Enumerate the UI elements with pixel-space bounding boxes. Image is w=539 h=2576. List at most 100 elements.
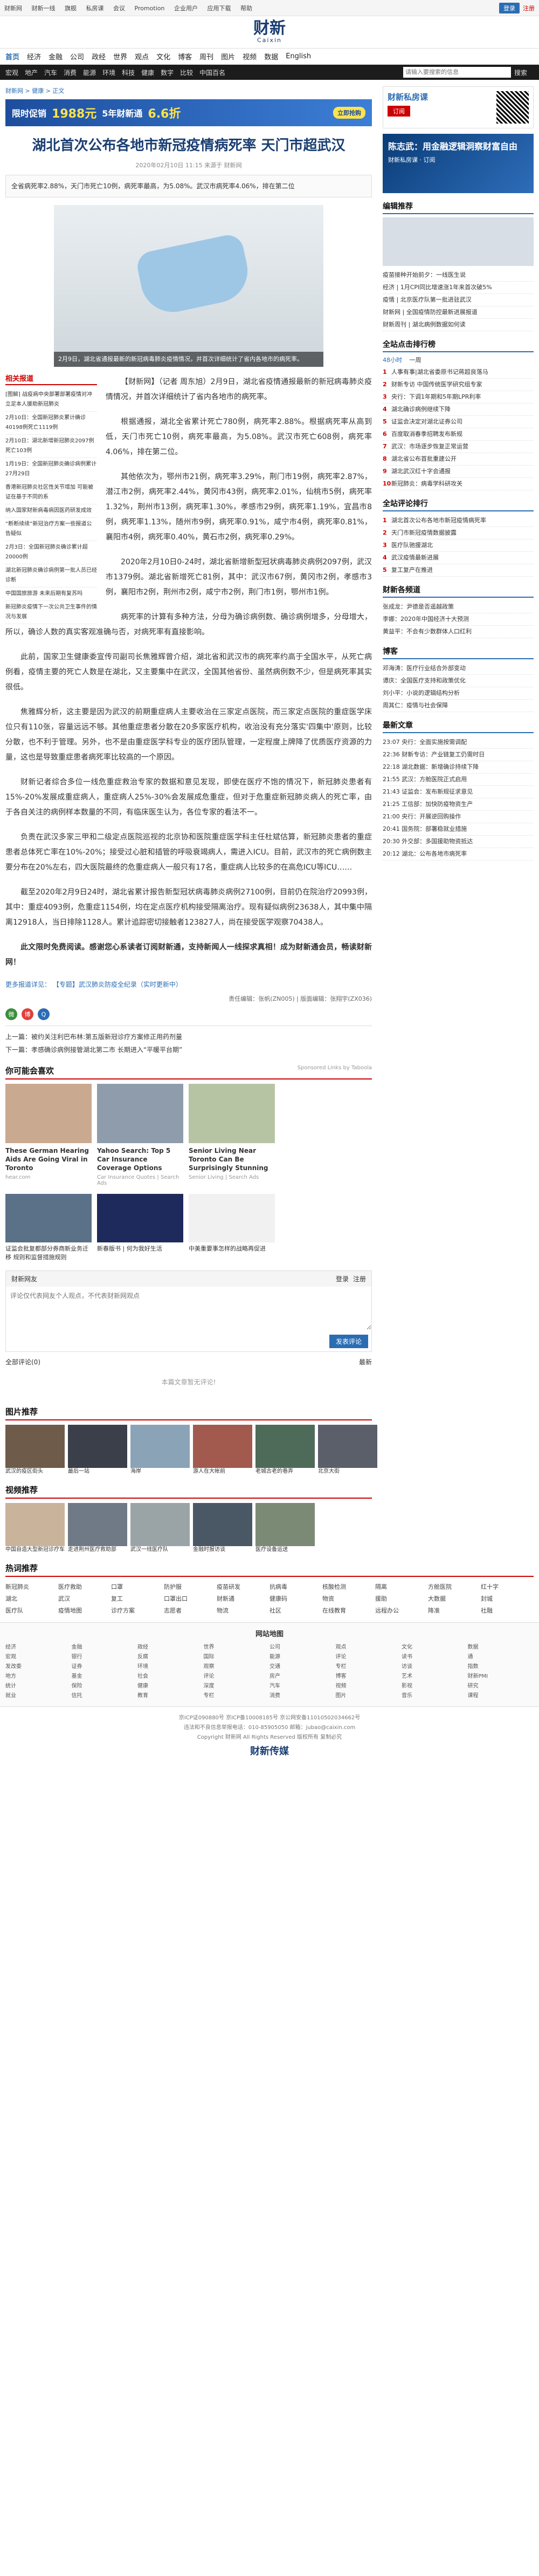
site-map-link[interactable]: 保险 bbox=[72, 1682, 138, 1691]
editor-pick-item[interactable]: 疫苗接种开始前夕：一线医生说 bbox=[383, 269, 534, 282]
nav-item[interactable]: 经济 bbox=[27, 51, 41, 62]
hot-word[interactable]: 口罩 bbox=[111, 1581, 164, 1593]
hot-word[interactable]: 红十字 bbox=[481, 1581, 534, 1593]
site-map-link[interactable]: 观察 bbox=[204, 1662, 270, 1672]
site-map-link[interactable]: 统计 bbox=[5, 1682, 72, 1691]
hot-word[interactable]: 远程办公 bbox=[375, 1605, 428, 1617]
search-button[interactable]: 搜索 bbox=[514, 68, 527, 77]
top-link[interactable]: 企业用户 bbox=[174, 5, 198, 12]
search-input[interactable] bbox=[403, 67, 511, 78]
site-map-link[interactable]: 观点 bbox=[336, 1643, 402, 1652]
nav-item[interactable]: 公司 bbox=[70, 51, 84, 62]
thumb-card[interactable]: 新春版书 | 何为我好生活 bbox=[97, 1194, 183, 1262]
site-map-link[interactable]: 地方 bbox=[5, 1672, 72, 1682]
blog-item[interactable]: 谭庆：全国医疗支持和政策优化 bbox=[383, 675, 534, 687]
latest-item[interactable]: 21:55 武汉：方舱医院正式启用 bbox=[383, 774, 534, 786]
hot-word[interactable]: 物流 bbox=[217, 1605, 270, 1617]
site-map-link[interactable]: 能源 bbox=[270, 1652, 336, 1662]
channel-item[interactable]: 张成龙：尹德是否遥越政策 bbox=[383, 601, 534, 613]
promo-banner[interactable]: 限时促销 1988元 5年财新通 6.6折 立即抢购 bbox=[5, 99, 372, 126]
blog-item[interactable]: 刘小平：小说的逻辑结构分析 bbox=[383, 687, 534, 700]
site-map-link[interactable]: 教育 bbox=[137, 1691, 204, 1701]
site-map-link[interactable]: 文化 bbox=[402, 1643, 468, 1652]
site-map-link[interactable]: 社会 bbox=[137, 1672, 204, 1682]
editor-pick-item[interactable]: 经济 | 1月CPI同比增速涨1年来首次破5% bbox=[383, 282, 534, 294]
photo-item[interactable]: 游人在大帐前 bbox=[193, 1425, 252, 1475]
photo-item[interactable]: 海岸 bbox=[130, 1425, 190, 1475]
site-map-link[interactable]: 信托 bbox=[72, 1691, 138, 1701]
hot-word[interactable]: 封城 bbox=[481, 1593, 534, 1605]
site-map-link[interactable]: 指数 bbox=[468, 1662, 534, 1672]
subnav-item[interactable]: 比较 bbox=[180, 68, 193, 77]
blog-item[interactable]: 邓海涛：医疗行业结合外部变动 bbox=[383, 662, 534, 675]
site-map-link[interactable]: 影视 bbox=[402, 1682, 468, 1691]
site-map-link[interactable]: 基金 bbox=[72, 1672, 138, 1682]
subnav-item[interactable]: 能源 bbox=[83, 68, 96, 77]
editor-pick-item[interactable]: 疫情 | 北京医疗队第一批进驻武汉 bbox=[383, 294, 534, 306]
latest-item[interactable]: 21:25 工信部：加快防疫物资生产 bbox=[383, 798, 534, 811]
site-map-link[interactable]: 宏观 bbox=[5, 1652, 72, 1662]
weibo-icon[interactable]: 博 bbox=[22, 1008, 33, 1020]
site-map-link[interactable]: 证券 bbox=[72, 1662, 138, 1672]
editor-pick-image[interactable] bbox=[383, 217, 534, 266]
subnav-item[interactable]: 健康 bbox=[141, 68, 154, 77]
hot-word[interactable]: 隔离 bbox=[375, 1581, 428, 1593]
site-map-link[interactable]: 音乐 bbox=[402, 1691, 468, 1701]
hot-word[interactable]: 大数据 bbox=[428, 1593, 481, 1605]
site-map-link[interactable]: 评论 bbox=[336, 1652, 402, 1662]
site-map-link[interactable]: 房产 bbox=[270, 1672, 336, 1682]
hot-word[interactable]: 援助 bbox=[375, 1593, 428, 1605]
hot-word[interactable]: 方舱医院 bbox=[428, 1581, 481, 1593]
video-item[interactable]: 医疗设备运送 bbox=[255, 1503, 315, 1554]
latest-item[interactable]: 21:43 证监会：发布新规征求意见 bbox=[383, 786, 534, 798]
channel-item[interactable]: 李娜：2020年中国经济十大预测 bbox=[383, 613, 534, 626]
hot-word[interactable]: 复工 bbox=[111, 1593, 164, 1605]
latest-item[interactable]: 22:36 财新专访：产业链复工仍需时日 bbox=[383, 749, 534, 761]
site-map-link[interactable]: 交通 bbox=[270, 1662, 336, 1672]
related-item[interactable]: 新冠肺炎疫情下一次公共卫生事件的情况与发展 bbox=[5, 601, 97, 624]
site-map-link[interactable]: 经济 bbox=[5, 1643, 72, 1652]
subnav-item[interactable]: 宏观 bbox=[5, 68, 18, 77]
hot-rank-item[interactable]: 7 武汉：市场逐步恢复正常运营 bbox=[383, 441, 534, 453]
related-item[interactable]: 中国国旅旅游 未来后期有复苏吗 bbox=[5, 587, 97, 601]
hot-rank-item[interactable]: 6 百度取消春季招聘发布新规 bbox=[383, 428, 534, 441]
prev-article-link[interactable]: 上一篇：被约关注利巴布林:第五版新冠诊疗方案修正用药剂量 bbox=[5, 1030, 372, 1043]
subnav-item[interactable]: 地产 bbox=[25, 68, 38, 77]
photo-item[interactable]: 老城古老的巷弄 bbox=[255, 1425, 315, 1475]
site-map-link[interactable]: 访谈 bbox=[402, 1662, 468, 1672]
site-map-link[interactable]: 银行 bbox=[72, 1652, 138, 1662]
site-map-link[interactable]: 金融 bbox=[72, 1643, 138, 1652]
subnav-item[interactable]: 数字 bbox=[161, 68, 174, 77]
related-item[interactable]: 2月3日：全国新冠肺炎确诊累计超20000例 bbox=[5, 541, 97, 564]
video-item[interactable]: 金融时报访谈 bbox=[193, 1503, 252, 1554]
video-item[interactable]: 走进荆州医疗救助部 bbox=[68, 1503, 127, 1554]
hot-rank-item[interactable]: 8 湖北省公布首批重建公开 bbox=[383, 453, 534, 466]
hot-tab-48h[interactable]: 48小时 bbox=[383, 357, 402, 364]
hot-word[interactable]: 医疗救助 bbox=[58, 1581, 111, 1593]
latest-tab[interactable]: 最新 bbox=[359, 1357, 372, 1366]
nav-item[interactable]: 数据 bbox=[264, 51, 278, 62]
site-map-link[interactable]: 发改委 bbox=[5, 1662, 72, 1672]
hot-word[interactable]: 社融 bbox=[481, 1605, 534, 1617]
site-map-link[interactable]: 图片 bbox=[336, 1691, 402, 1701]
channel-item[interactable]: 黄益平：不会有少数群体人口红利 bbox=[383, 626, 534, 638]
latest-item[interactable]: 20:41 国务院：部署稳就业措施 bbox=[383, 823, 534, 836]
subnav-item[interactable]: 环境 bbox=[102, 68, 115, 77]
nav-item[interactable]: 视频 bbox=[243, 51, 257, 62]
recommend-card[interactable]: These German Hearing Aids Are Going Vira… bbox=[5, 1084, 92, 1186]
latest-item[interactable]: 22:18 湖北数据：新增确诊持续下降 bbox=[383, 761, 534, 774]
hot-word[interactable]: 财新通 bbox=[217, 1593, 270, 1605]
site-map-link[interactable]: 财新PMI bbox=[468, 1672, 534, 1682]
breadcrumb[interactable]: 财新网 > 健康 > 正文 bbox=[5, 80, 372, 99]
site-map-link[interactable]: 反腐 bbox=[137, 1652, 204, 1662]
top-link[interactable]: 帮助 bbox=[240, 5, 252, 12]
comment-submit-button[interactable]: 发表评论 bbox=[329, 1335, 368, 1348]
hot-word[interactable]: 核酸检测 bbox=[322, 1581, 375, 1593]
nav-item[interactable]: 世界 bbox=[113, 51, 127, 62]
hot-rank-item[interactable]: 9 湖北武汉红十字会通报 bbox=[383, 466, 534, 478]
photo-item[interactable]: 北京大街 bbox=[318, 1425, 377, 1475]
subnav-item[interactable]: 科技 bbox=[122, 68, 135, 77]
photo-item[interactable]: 武汉的疫区街头 bbox=[5, 1425, 65, 1475]
top-link[interactable]: 旗舰 bbox=[65, 5, 77, 12]
subnav-item[interactable]: 汽车 bbox=[44, 68, 57, 77]
